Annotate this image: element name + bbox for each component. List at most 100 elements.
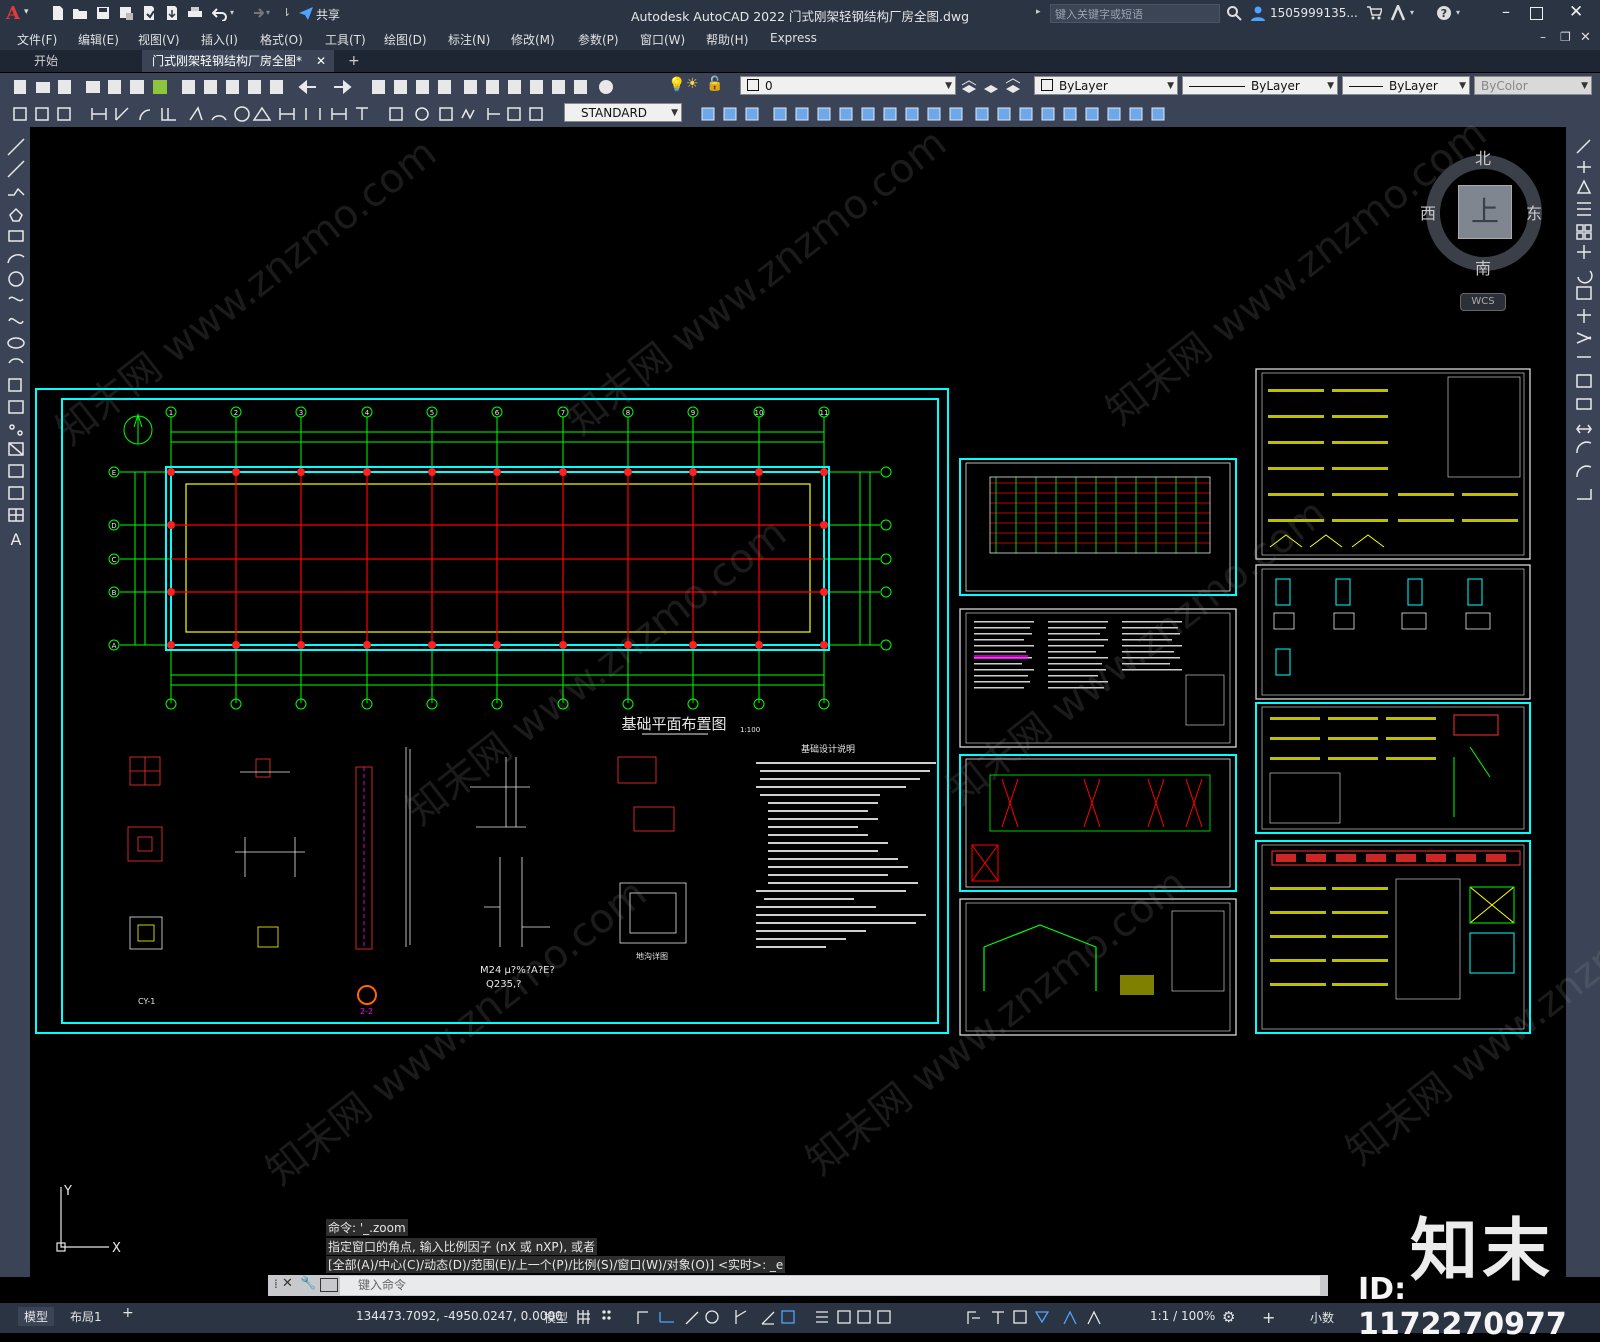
command-close-icon[interactable]: ✕ [282,1276,293,1291]
menu-tools[interactable]: 工具(T) [325,31,366,48]
model-space[interactable]: 1 2 3 4 5 6 7 8 9 10 11 E D C B A 基础平面布置… [30,127,1566,1277]
viewcube-north[interactable]: 北 [1475,145,1491,169]
maximize-icon[interactable] [1530,7,1543,20]
sheet-frame-elevation[interactable] [959,898,1237,1036]
dimstyle-dropdown[interactable]: STANDARD ▼ [564,103,682,122]
viewcube-south[interactable]: 南 [1475,255,1491,279]
draw-tools-strip[interactable]: A [6,137,26,557]
window-title: Autodesk AutoCAD 2022 门式刚架轻钢结构厂房全图.dwg [630,9,970,24]
tab-drawing[interactable]: 门式刚架轻钢结构厂房全图* ✕ [142,50,334,72]
color-value: ByLayer [1059,79,1108,93]
menu-format[interactable]: 格式(O) [260,31,303,48]
layer-lock-icon[interactable]: 🔓 [706,76,723,92]
search-icon[interactable] [1226,5,1242,21]
menu-express[interactable]: Express [770,31,817,45]
a360-dropdown-icon[interactable]: ▾ [1410,8,1414,17]
dimension-tools-strip[interactable] [10,104,570,124]
user-name[interactable]: 1505999135... [1270,6,1358,20]
command-history-line: [全部(A)/中心(C)/动态(D)/范围(E)/上一个(P)/比例(S)/窗口… [326,1256,786,1273]
add-layout-button[interactable]: + [116,1304,140,1322]
menu-bar: 文件(F) 编辑(E) 视图(V) 插入(I) 格式(O) 工具(T) 绘图(D… [0,28,1600,50]
layer-states-icon[interactable] [1004,77,1022,95]
plus-icon[interactable]: + [1262,1308,1278,1327]
model-space-toggle[interactable]: 模型 [544,1309,568,1326]
layer-bulb-icon[interactable]: 💡 [668,77,685,93]
modify-tools-strip-vertical[interactable] [1574,137,1594,637]
command-customize-icon[interactable]: 🔧 [300,1276,316,1291]
sheet-roof-plan[interactable] [959,458,1237,596]
sheet-bracing-plan[interactable] [959,754,1237,892]
menu-window[interactable]: 窗口(W) [640,31,685,48]
layer-dropdown[interactable]: 0 ▼ [740,76,956,95]
grid-label: 7 [561,409,565,417]
sheet-design-notes[interactable] [959,608,1237,748]
linetype-dropdown[interactable]: ByLayer ▼ [1182,76,1338,95]
coordinates-readout[interactable]: 134473.7092, -4950.0247, 0.0000 [356,1309,563,1323]
svg-text:?: ? [1441,7,1447,20]
menu-edit[interactable]: 编辑(E) [78,31,119,48]
command-grip-icon[interactable]: ⁞ [274,1277,278,1291]
sheet-purlin-details[interactable] [1255,368,1531,560]
help-icon[interactable]: ? [1436,5,1452,21]
command-history-line: 命令: '_.zoom [326,1219,408,1236]
tab-close-icon[interactable]: ✕ [316,50,326,72]
drawing-canvas[interactable]: 1 2 3 4 5 6 7 8 9 10 11 E D C B A 基础平面布置… [30,127,1566,1277]
lineweight-sample [1349,86,1383,87]
viewcube-top-face[interactable]: 上 [1458,185,1512,239]
search-input[interactable]: 键入关键字或短语 [1050,4,1220,23]
dimstyle-value: STANDARD [581,106,648,120]
close-icon[interactable]: ✕ [1569,2,1583,22]
doc-minimize-icon[interactable]: – [1540,30,1546,44]
plotstyle-dropdown[interactable]: ByColor ▼ [1474,76,1592,95]
sheet-foundation-plan[interactable]: 1 2 3 4 5 6 7 8 9 10 11 E D C B A 基础平面布置… [35,388,949,1034]
annotation-toggles[interactable] [966,1308,1126,1326]
cart-icon[interactable] [1366,5,1384,21]
menu-modify[interactable]: 修改(M) [511,31,555,48]
doc-restore-icon[interactable]: ❐ [1560,30,1571,44]
menu-insert[interactable]: 插入(I) [201,31,238,48]
tab-model[interactable]: 模型 [18,1307,55,1326]
layer-sun-icon[interactable]: ☀ [686,76,699,92]
sheet-node-details[interactable] [1255,564,1531,700]
make-current-layer-icon[interactable] [960,77,978,95]
modify-tools-strip[interactable] [688,104,1188,124]
command-recent-icon[interactable] [320,1278,338,1292]
detail-label-q235: Q235,? [486,979,521,990]
menu-view[interactable]: 视图(V) [138,31,180,48]
chevron-down-icon: ▼ [671,108,678,118]
command-input[interactable]: 键入命令 [340,1276,1320,1295]
user-icon[interactable] [1250,5,1266,21]
viewcube-east[interactable]: 东 [1526,200,1542,224]
command-history-line: 指定窗口的角点, 输入比例因子 (nX 或 nXP), 或者 [326,1238,597,1255]
tab-start[interactable]: 开始 [24,50,68,72]
units-display[interactable]: 小数 [1310,1309,1334,1326]
annotation-scale[interactable]: 1:1 / 100% [1150,1309,1215,1323]
menu-help[interactable]: 帮助(H) [706,31,748,48]
layer-previous-icon[interactable] [982,77,1000,95]
drafting-toggles[interactable] [576,1308,906,1326]
settings-gear-icon[interactable]: ⚙ [1222,1308,1238,1326]
autodesk-a360-icon[interactable] [1390,2,1406,21]
menu-file[interactable]: 文件(F) [17,31,57,48]
lineweight-dropdown[interactable]: ByLayer ▼ [1342,76,1470,95]
sheet-column-details[interactable] [1255,840,1531,1034]
menu-dimension[interactable]: 标注(N) [448,31,490,48]
menu-parametric[interactable]: 参数(P) [578,31,619,48]
standard-tools-strip[interactable] [10,77,670,97]
help-dropdown-icon[interactable]: ▾ [1456,8,1460,17]
wcs-menu[interactable]: WCS [1460,293,1506,311]
chevron-down-icon: ▼ [1581,81,1588,91]
sheet-beam-details[interactable] [1255,702,1531,834]
minimize-icon[interactable]: – [1502,2,1510,21]
linetype-sample [1189,86,1245,87]
menu-draw[interactable]: 绘图(D) [384,31,427,48]
doc-close-icon[interactable]: ✕ [1580,30,1591,45]
grid-label: C [112,556,117,564]
document-tab-bar: 开始 门式刚架轻钢结构厂房全图* ✕ + [0,50,1600,72]
tab-layout1[interactable]: 布局1 [64,1307,108,1326]
color-dropdown[interactable]: ByLayer ▼ [1034,76,1178,95]
new-tab-button[interactable]: + [338,50,370,72]
detail-label-ditu: 地沟详图 [636,951,668,961]
viewcube-west[interactable]: 西 [1420,200,1436,224]
search-expand-icon[interactable]: ▸ [1036,7,1041,17]
